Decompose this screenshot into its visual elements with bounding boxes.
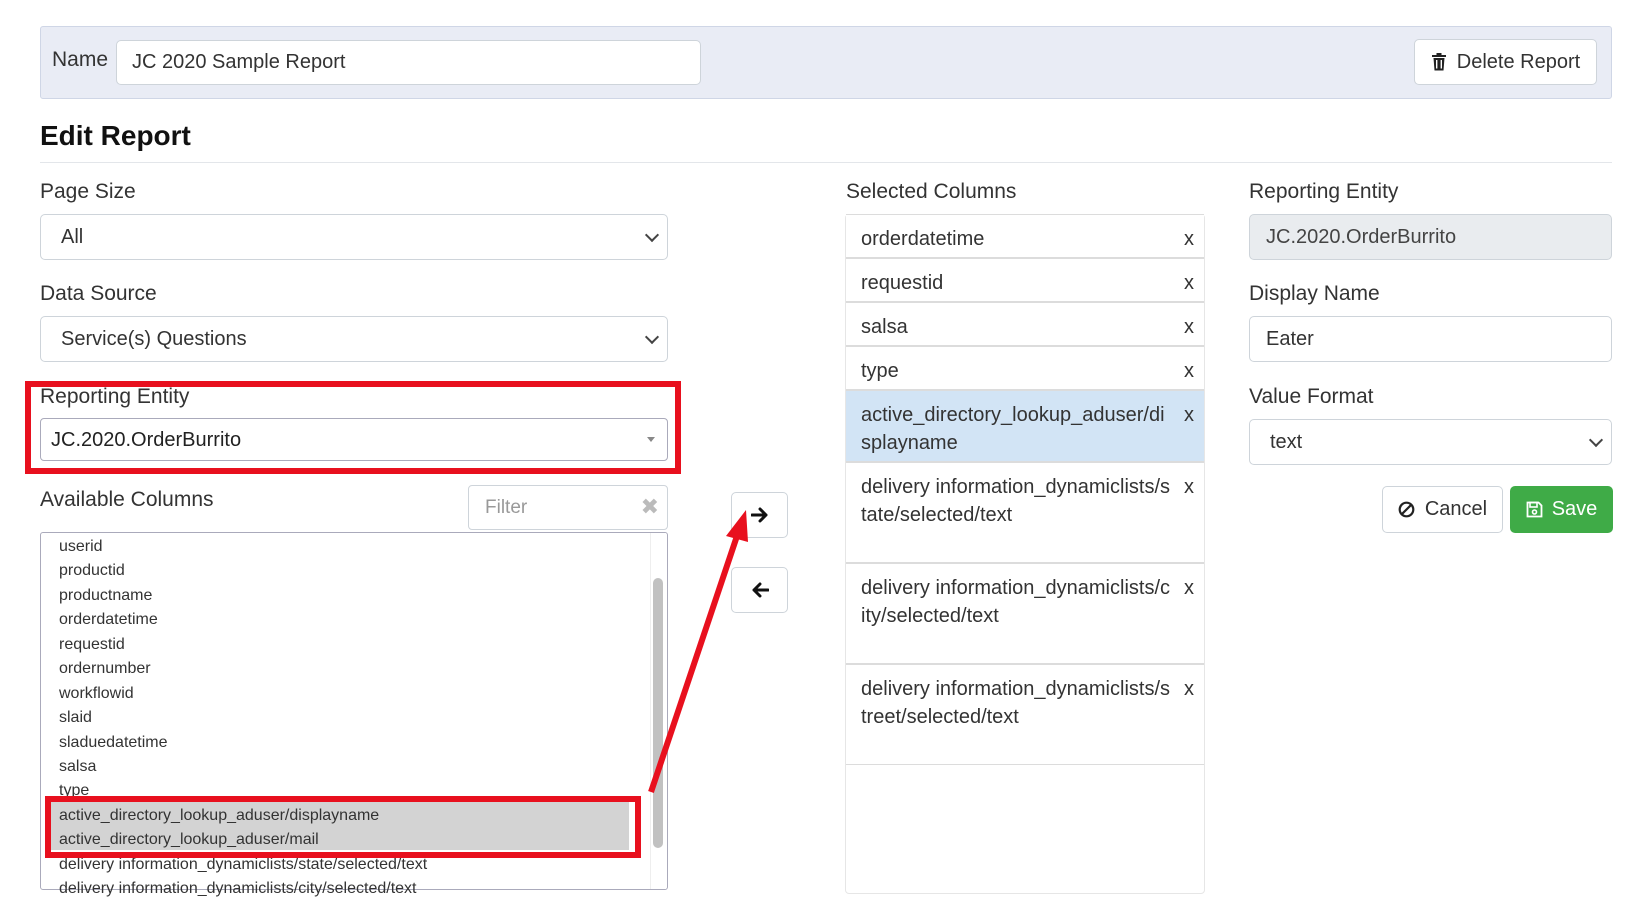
annotation-arrow [648, 510, 748, 793]
